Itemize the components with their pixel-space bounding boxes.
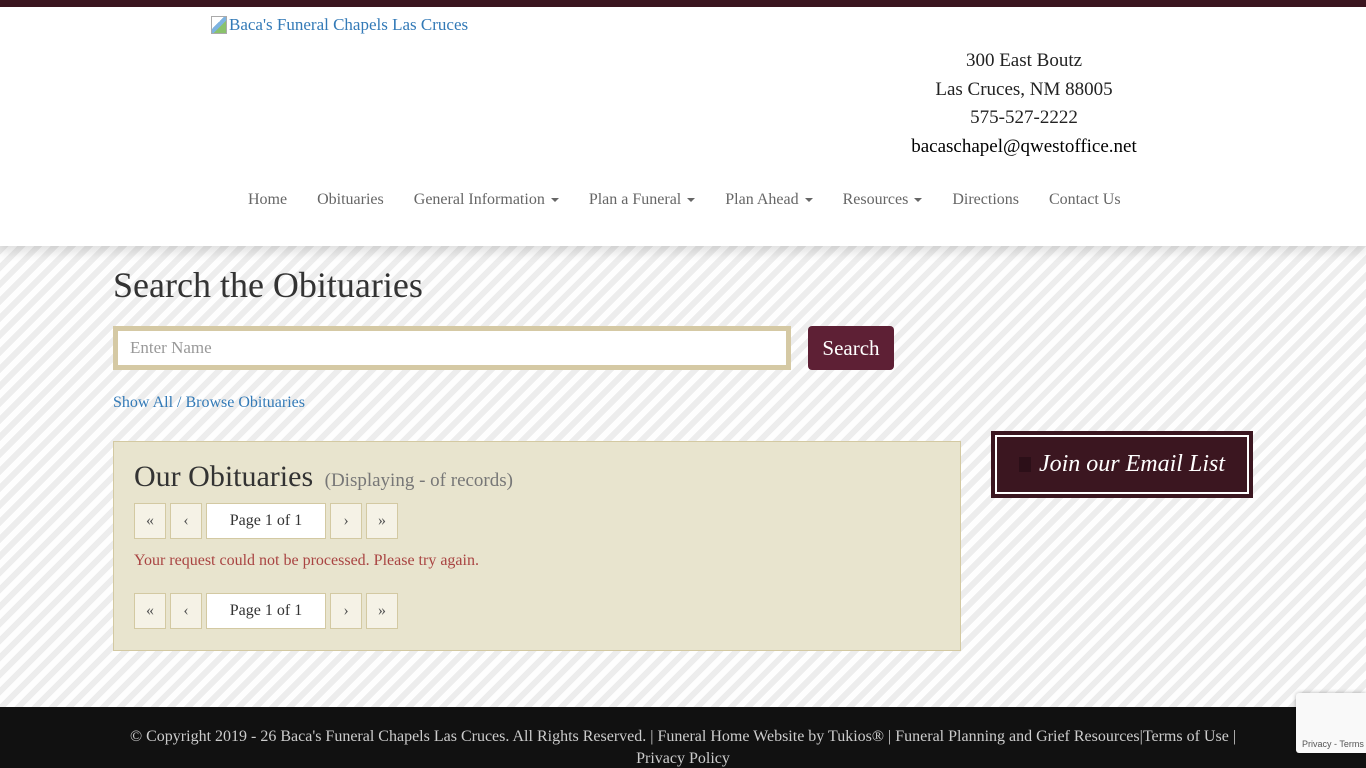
- copyright-text: © Copyright 2019 - 26 Baca's Funeral Cha…: [129, 728, 654, 745]
- page-info: Page 1 of 1: [206, 593, 326, 629]
- email-address[interactable]: bacaschapel@qwestoffice.net: [884, 133, 1164, 162]
- last-page-button[interactable]: »: [366, 503, 398, 539]
- grief-resources-link[interactable]: Funeral Planning and Grief Resources: [895, 728, 1139, 745]
- next-page-button[interactable]: ›: [330, 593, 362, 629]
- records-count: (Displaying - of records): [324, 470, 513, 491]
- broken-image-icon: [211, 16, 227, 34]
- terms-of-use-link[interactable]: Terms of Use: [1143, 728, 1229, 745]
- main-nav: Home Obituaries General Information Plan…: [233, 187, 1136, 213]
- obituaries-heading: Our Obituaries (Displaying - of records): [134, 460, 513, 494]
- obituaries-panel: Our Obituaries (Displaying - of records)…: [113, 441, 961, 651]
- top-accent-bar: [0, 0, 1366, 7]
- nav-item-plan-a-funeral[interactable]: Plan a Funeral: [574, 187, 710, 213]
- obituaries-title: Our Obituaries: [134, 460, 314, 493]
- pager-bottom: « ‹ Page 1 of 1 › »: [134, 593, 402, 629]
- footer-line: © Copyright 2019 - 26 Baca's Funeral Cha…: [0, 728, 1366, 746]
- address-line1: 300 East Boutz: [965, 50, 1083, 71]
- nav-item-resources[interactable]: Resources: [828, 187, 938, 213]
- caret-down-icon: [914, 198, 923, 203]
- first-page-button[interactable]: «: [134, 503, 166, 539]
- prev-page-button[interactable]: ‹: [170, 593, 202, 629]
- recaptcha-privacy-link[interactable]: Privacy: [1302, 739, 1332, 749]
- nav-item-plan-ahead[interactable]: Plan Ahead: [710, 187, 827, 213]
- footer-separator: |: [888, 728, 892, 745]
- logo-alt-text: Baca's Funeral Chapels Las Cruces: [229, 15, 469, 34]
- address-line2: Las Cruces, NM 88005: [935, 78, 1113, 100]
- nav-item-general-information[interactable]: General Information: [399, 187, 574, 213]
- caret-down-icon: [550, 198, 559, 203]
- site-header: Baca's Funeral Chapels Las Cruces 300 Ea…: [0, 7, 1366, 246]
- envelope-icon: [1018, 457, 1031, 472]
- next-page-button[interactable]: ›: [330, 503, 362, 539]
- tukios-link[interactable]: Funeral Home Website by Tukios®: [657, 728, 884, 745]
- page-title: Search the Obituaries: [113, 265, 423, 305]
- nav-item-obituaries[interactable]: Obituaries: [302, 187, 399, 213]
- site-footer: © Copyright 2019 - 26 Baca's Funeral Cha…: [0, 707, 1366, 768]
- recaptcha-links: Privacy - Terms: [1302, 739, 1364, 749]
- email-list-inner: Join our Email List: [995, 435, 1249, 494]
- phone-number[interactable]: 575-527-2222: [884, 104, 1164, 133]
- email-list-label: Join our Email List: [1038, 451, 1225, 477]
- caret-down-icon: [687, 198, 696, 203]
- footer-separator: |: [1232, 728, 1237, 745]
- privacy-policy-link[interactable]: Privacy Policy: [636, 750, 730, 767]
- page-info: Page 1 of 1: [206, 503, 326, 539]
- pager-top: « ‹ Page 1 of 1 › »: [134, 503, 402, 539]
- recaptcha-badge[interactable]: Privacy - Terms: [1296, 693, 1366, 753]
- prev-page-button[interactable]: ‹: [170, 503, 202, 539]
- last-page-button[interactable]: »: [366, 593, 398, 629]
- nav-item-directions[interactable]: Directions: [937, 187, 1034, 213]
- join-email-list-button[interactable]: Join our Email List: [991, 431, 1253, 498]
- logo-link[interactable]: Baca's Funeral Chapels Las Cruces: [211, 15, 468, 35]
- recaptcha-separator: -: [1334, 739, 1338, 749]
- recaptcha-terms-link[interactable]: Terms: [1339, 739, 1364, 749]
- nav-item-contact-us[interactable]: Contact Us: [1034, 187, 1136, 213]
- show-all-link[interactable]: Show All / Browse Obituaries: [113, 394, 305, 412]
- first-page-button[interactable]: «: [134, 593, 166, 629]
- caret-down-icon: [804, 198, 813, 203]
- search-button[interactable]: Search: [808, 326, 894, 370]
- search-input[interactable]: [113, 326, 791, 370]
- error-message: Your request could not be processed. Ple…: [134, 552, 479, 569]
- footer-line-2: Privacy Policy: [0, 750, 1366, 768]
- contact-info: 300 East Boutz Las Cruces, NM 88005 575-…: [884, 47, 1164, 162]
- nav-item-home[interactable]: Home: [233, 187, 302, 213]
